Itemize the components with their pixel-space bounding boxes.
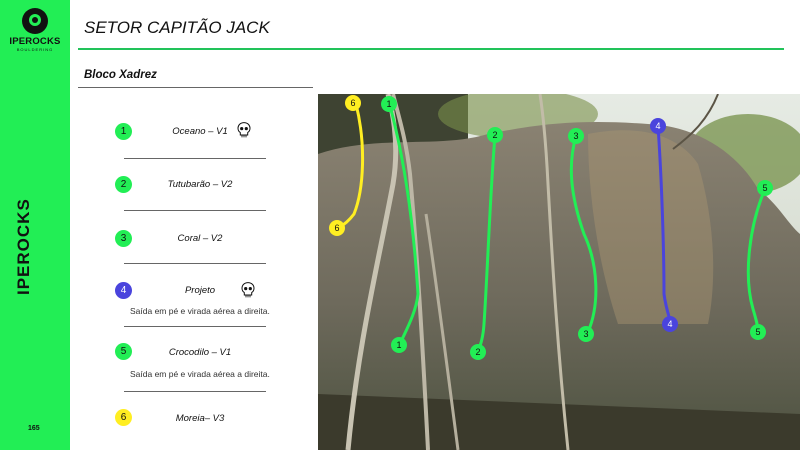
iperocks-logo: IPEROCKS BOULDERING — [4, 8, 66, 52]
logo-subtitle: BOULDERING — [16, 47, 54, 52]
route-marker-4-bottom: 4 — [662, 316, 678, 332]
route-item: 5 Crocodilo – V1 Saída em pé e virada aé… — [0, 343, 310, 403]
route-item: 2 Tutubarão – V2 — [0, 176, 310, 236]
route-divider — [124, 158, 266, 159]
svg-text:1: 1 — [386, 99, 391, 109]
route-marker-4-top: 4 — [650, 118, 666, 134]
route-marker-3-bottom: 3 — [578, 326, 594, 342]
title-divider — [78, 48, 784, 50]
route-divider — [124, 391, 266, 392]
route-name: Coral – V2 — [177, 233, 223, 244]
route-divider — [124, 210, 266, 211]
route-marker-3-top: 3 — [568, 128, 584, 144]
logo-name: IPEROCKS — [9, 36, 61, 47]
svg-text:5: 5 — [755, 327, 760, 337]
svg-text:3: 3 — [573, 131, 578, 141]
route-item: 4 Projeto Saída em pé e virada aérea a d… — [0, 282, 310, 342]
svg-text:2: 2 — [492, 130, 497, 140]
skull-icon — [237, 122, 251, 138]
route-name: Tutubarão – V2 — [167, 179, 233, 190]
skull-icon — [241, 282, 255, 298]
logo-fist-icon — [22, 8, 48, 34]
route-name: Crocodilo – V1 — [168, 347, 232, 358]
sector-title: SETOR CAPITÃO JACK — [84, 18, 270, 37]
route-marker-5-top: 5 — [757, 180, 773, 196]
route-divider — [124, 326, 266, 327]
svg-text:4: 4 — [655, 121, 660, 131]
route-name: Moreia– V3 — [175, 413, 225, 424]
route-marker-5-bottom: 5 — [750, 324, 766, 340]
route-marker-2-bottom: 2 — [470, 344, 486, 360]
bloco-divider — [78, 87, 313, 88]
route-marker-1-top: 1 — [381, 96, 397, 112]
bloco-title: Bloco Xadrez — [84, 69, 157, 81]
route-note: Saída em pé e virada aérea a direita. — [130, 306, 270, 316]
route-marker-2-top: 2 — [487, 127, 503, 143]
svg-text:6: 6 — [350, 98, 355, 108]
route-number-badge: 4 — [115, 282, 132, 299]
route-number-badge: 2 — [115, 176, 132, 193]
route-number-badge: 3 — [115, 230, 132, 247]
route-marker-6-bottom: 6 — [329, 220, 345, 236]
svg-text:3: 3 — [583, 329, 588, 339]
route-note: Saída em pé e virada aérea a direita. — [130, 369, 270, 379]
svg-text:1: 1 — [396, 340, 401, 350]
route-item: 1 Oceano – V1 — [0, 122, 310, 182]
svg-text:2: 2 — [475, 347, 480, 357]
route-divider — [124, 263, 266, 264]
boulder-photo: 6 6 1 1 2 2 3 3 4 4 5 5 — [318, 94, 800, 450]
route-marker-6-top: 6 — [345, 95, 361, 111]
route-number-badge: 6 — [115, 409, 132, 426]
route-number-badge: 5 — [115, 343, 132, 360]
route-item: 6 Moreia– V3 — [0, 409, 310, 469]
route-number-badge: 1 — [115, 123, 132, 140]
route-marker-1-bottom: 1 — [391, 337, 407, 353]
svg-text:4: 4 — [667, 319, 672, 329]
svg-text:6: 6 — [334, 223, 339, 233]
svg-text:5: 5 — [762, 183, 767, 193]
route-item: 3 Coral – V2 — [0, 229, 310, 289]
